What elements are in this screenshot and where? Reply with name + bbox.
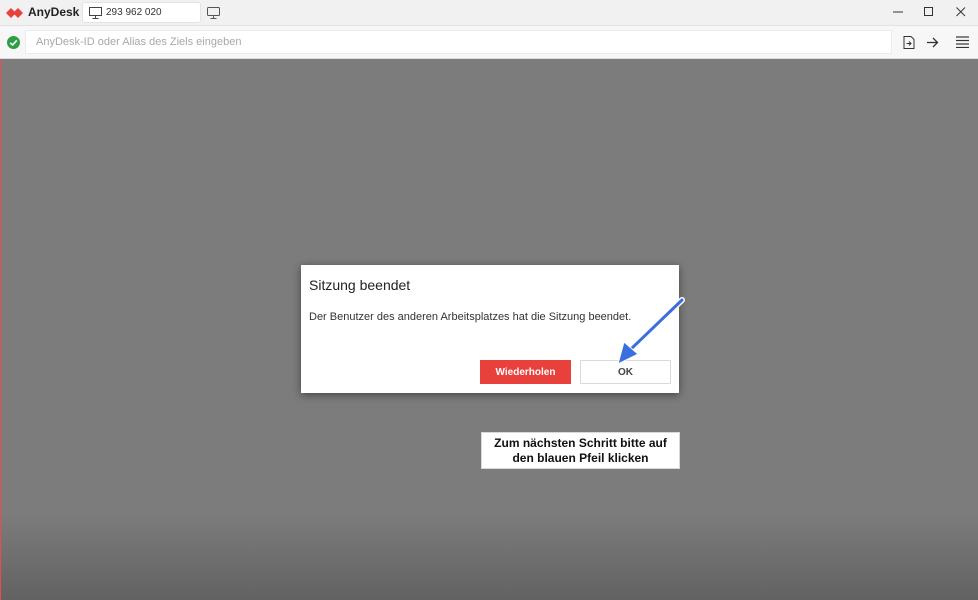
connect-arrow-icon[interactable] [926, 36, 939, 49]
close-button[interactable] [944, 0, 978, 25]
address-bar [0, 26, 978, 59]
minimize-icon [893, 11, 903, 13]
file-transfer-icon[interactable] [903, 36, 915, 49]
hint-line-2: den blauen Pfeil klicken [512, 450, 649, 465]
tutorial-hint-box: Zum nächsten Schritt bitte auf den blaue… [481, 432, 680, 469]
title-bar: AnyDesk 293 962 020 [0, 0, 978, 26]
hamburger-menu-icon[interactable] [956, 36, 969, 48]
monitor-icon [89, 7, 102, 19]
minimize-button[interactable] [881, 0, 915, 25]
hint-line-1: Zum nächsten Schritt bitte auf [494, 435, 667, 450]
app-name: AnyDesk [28, 5, 80, 19]
anydesk-logo-icon [6, 8, 23, 18]
connected-check-icon [7, 36, 20, 49]
blue-arrow-annotation [617, 297, 685, 365]
retry-button[interactable]: Wiederholen [480, 360, 571, 384]
dialog-title: Sitzung beendet [309, 277, 411, 293]
session-tab-label: 293 962 020 [106, 7, 162, 18]
remote-id-input[interactable] [25, 30, 892, 54]
close-icon [956, 7, 966, 17]
maximize-button[interactable] [912, 0, 946, 25]
session-tab[interactable]: 293 962 020 [82, 2, 201, 23]
new-session-icon[interactable] [207, 7, 220, 19]
dialog-message: Der Benutzer des anderen Arbeitsplatzes … [309, 311, 632, 323]
maximize-icon [924, 7, 933, 16]
